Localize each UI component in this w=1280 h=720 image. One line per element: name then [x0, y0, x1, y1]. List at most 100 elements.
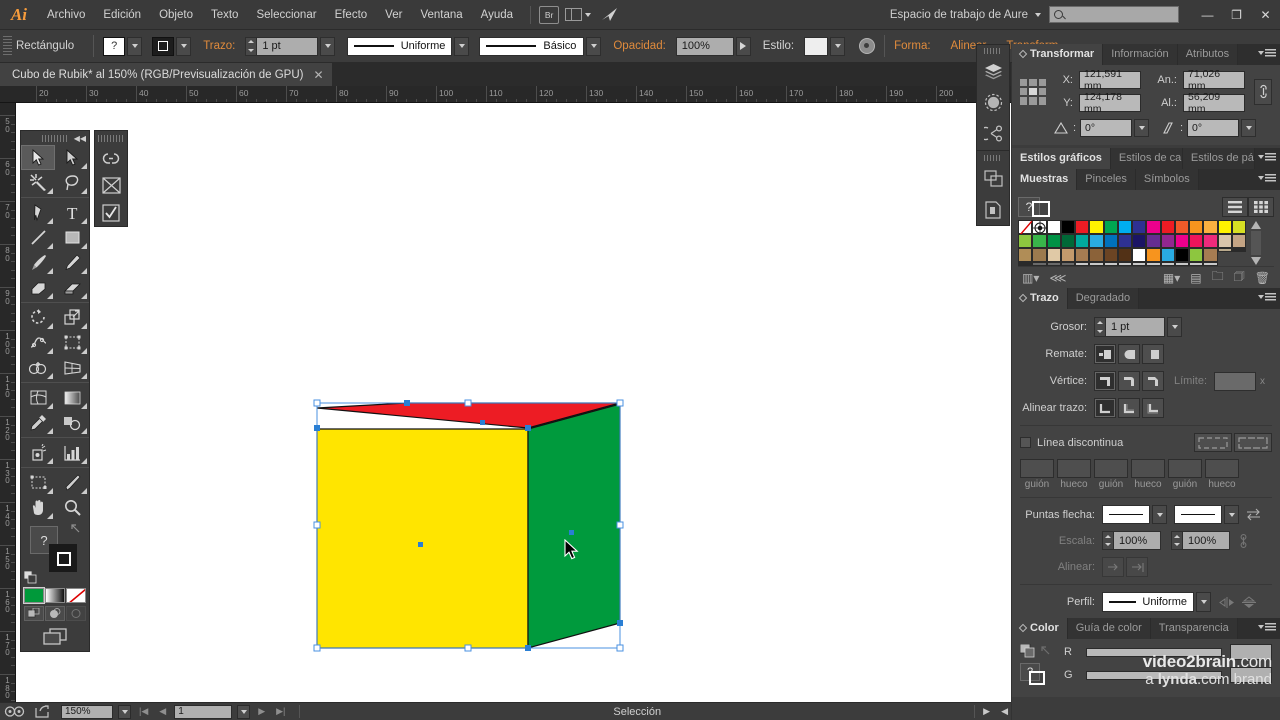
arrowhead-start-dropdown-icon[interactable] — [1152, 505, 1167, 524]
column-graph-tool[interactable] — [55, 440, 89, 465]
transform-panel-menu-icon[interactable] — [1258, 49, 1276, 57]
color-revert-icon[interactable] — [1040, 645, 1053, 657]
collapse-left-icon[interactable]: ◀◀ — [74, 134, 86, 143]
style-swatch[interactable] — [804, 36, 829, 56]
artboard-tool[interactable] — [21, 470, 55, 495]
tab-estilos-caracter[interactable]: Estilos de ca — [1110, 148, 1183, 169]
swatch[interactable] — [1231, 220, 1246, 234]
selection-tool[interactable] — [21, 145, 55, 170]
stock-icon[interactable] — [601, 7, 618, 22]
vertical-ruler[interactable]: 50 60 70 80 90 100 110 120 130 140 150 160 170 180 — [0, 103, 16, 702]
dash-field-2[interactable] — [1094, 459, 1128, 478]
shear-dropdown-icon[interactable] — [1134, 119, 1149, 137]
bridge-icon[interactable]: Br — [539, 5, 560, 24]
channel-r-slider[interactable] — [1086, 647, 1222, 657]
tab-color[interactable]: Color — [1012, 618, 1068, 639]
rotate-field[interactable]: 0° — [1187, 119, 1239, 137]
status-prev-icon[interactable]: ◀ — [998, 706, 1011, 717]
tab-estilos-parrafo[interactable]: Estilos de pá — [1182, 148, 1255, 169]
gap-field-3[interactable] — [1205, 459, 1239, 478]
last-artboard-icon[interactable]: ▶| — [273, 706, 288, 717]
tab-estilos-graficos[interactable]: Estilos gráficos — [1012, 148, 1111, 169]
tab-simbolos[interactable]: Símbolos — [1135, 169, 1199, 190]
list-view-icon[interactable] — [1222, 197, 1248, 217]
menu-ventana[interactable]: Ventana — [411, 0, 471, 30]
link-dimensions-icon[interactable] — [1254, 78, 1272, 105]
shape-label[interactable]: Forma: — [894, 40, 930, 52]
opacity-field[interactable]: 100% — [675, 36, 734, 56]
dash-field-3[interactable] — [1168, 459, 1202, 478]
swatch[interactable] — [1046, 248, 1061, 262]
swatch[interactable] — [1203, 262, 1218, 266]
dashed-line-checkbox[interactable] — [1020, 437, 1031, 448]
new-swatch-icon[interactable]: 🗇 — [1234, 267, 1245, 288]
swatch[interactable] — [1132, 220, 1147, 234]
show-options-icon[interactable]: ▦▾ — [1163, 271, 1180, 285]
control-bar-grip[interactable] — [3, 36, 12, 56]
swatch[interactable] — [1032, 220, 1048, 235]
scale-tool[interactable] — [55, 305, 89, 330]
swatch[interactable] — [1089, 262, 1104, 266]
swatch[interactable] — [1189, 234, 1204, 248]
checkbox-tool[interactable] — [95, 199, 127, 226]
front-face[interactable] — [316, 428, 529, 649]
extend-arrow-beyond-button[interactable] — [1102, 557, 1124, 577]
swatch[interactable] — [1217, 234, 1232, 248]
swatch[interactable] — [1174, 220, 1189, 234]
tab-trazo[interactable]: Trazo — [1012, 288, 1068, 309]
crop-tool[interactable] — [95, 172, 127, 199]
place-arrow-at-end-button[interactable] — [1126, 557, 1148, 577]
swatch[interactable] — [1018, 234, 1033, 248]
weight-field[interactable]: 1 pt — [1105, 317, 1165, 337]
swatch[interactable] — [1160, 220, 1175, 234]
swatch[interactable] — [1189, 248, 1204, 262]
horizontal-ruler[interactable]: 20 30 40 50 60 70 80 90 100 110 120 130 140 150 160 170… — [0, 86, 1011, 103]
dash-adjust-button[interactable] — [1234, 433, 1272, 452]
dash-field-1[interactable] — [1020, 459, 1054, 478]
width-field[interactable]: 71,026 mm — [1183, 68, 1245, 92]
delete-icon[interactable]: 🗑 — [1255, 271, 1270, 285]
menu-ayuda[interactable]: Ayuda — [472, 0, 522, 30]
artboard-number-field[interactable]: 1 — [174, 704, 233, 719]
stroke-weight-dropdown-icon[interactable] — [320, 36, 336, 56]
rotate-dropdown-icon[interactable] — [1241, 119, 1256, 137]
swatch[interactable] — [1018, 262, 1033, 266]
next-artboard-icon[interactable]: ▶ — [255, 706, 268, 717]
artboard-dropdown-icon[interactable] — [237, 704, 251, 719]
fill-swatch-button[interactable]: ? — [103, 36, 126, 56]
gap-field-1[interactable] — [1057, 459, 1091, 478]
swatch[interactable] — [1018, 220, 1033, 235]
swatch[interactable] — [1174, 234, 1189, 248]
swatch[interactable] — [1132, 262, 1147, 266]
list-options-icon[interactable]: ▤ — [1190, 271, 1201, 285]
menu-seleccionar[interactable]: Seleccionar — [247, 0, 325, 30]
swatch[interactable] — [1117, 262, 1132, 266]
swatches-scrollbar[interactable] — [1249, 220, 1263, 266]
right-face[interactable] — [527, 403, 621, 649]
swatch[interactable] — [1032, 262, 1047, 266]
swatch[interactable] — [1117, 234, 1132, 248]
stroke-dropdown-icon[interactable] — [176, 36, 192, 56]
reference-point-selector[interactable] — [1020, 78, 1046, 105]
gap-field-2[interactable] — [1131, 459, 1165, 478]
menu-ver[interactable]: Ver — [376, 0, 411, 30]
color-group-icon[interactable]: ⋘ — [1049, 271, 1066, 285]
flip-horizontal-icon[interactable] — [1219, 596, 1235, 609]
x-field[interactable]: 121,591 mm — [1079, 68, 1141, 92]
bevel-join-button[interactable] — [1142, 371, 1164, 391]
swatch[interactable] — [1117, 220, 1132, 234]
swatch[interactable] — [1132, 234, 1147, 248]
workspace-name[interactable]: Espacio de trabajo de Aure — [890, 9, 1028, 21]
workspace-chevron-icon[interactable] — [1035, 12, 1041, 17]
arrange-documents-icon[interactable] — [565, 8, 592, 21]
align-center-button[interactable] — [1094, 398, 1116, 418]
shape-builder-tool[interactable] — [21, 355, 55, 380]
height-field[interactable]: 56,209 mm — [1183, 91, 1245, 115]
swatch[interactable] — [1089, 248, 1104, 262]
swatch[interactable] — [1018, 248, 1033, 262]
swap-fill-stroke-icon[interactable] — [71, 524, 83, 536]
artboard[interactable] — [16, 189, 1011, 720]
color-swatch-button[interactable] — [24, 588, 44, 603]
swatches-grid[interactable] — [1018, 220, 1246, 266]
search-input[interactable] — [1049, 6, 1179, 23]
